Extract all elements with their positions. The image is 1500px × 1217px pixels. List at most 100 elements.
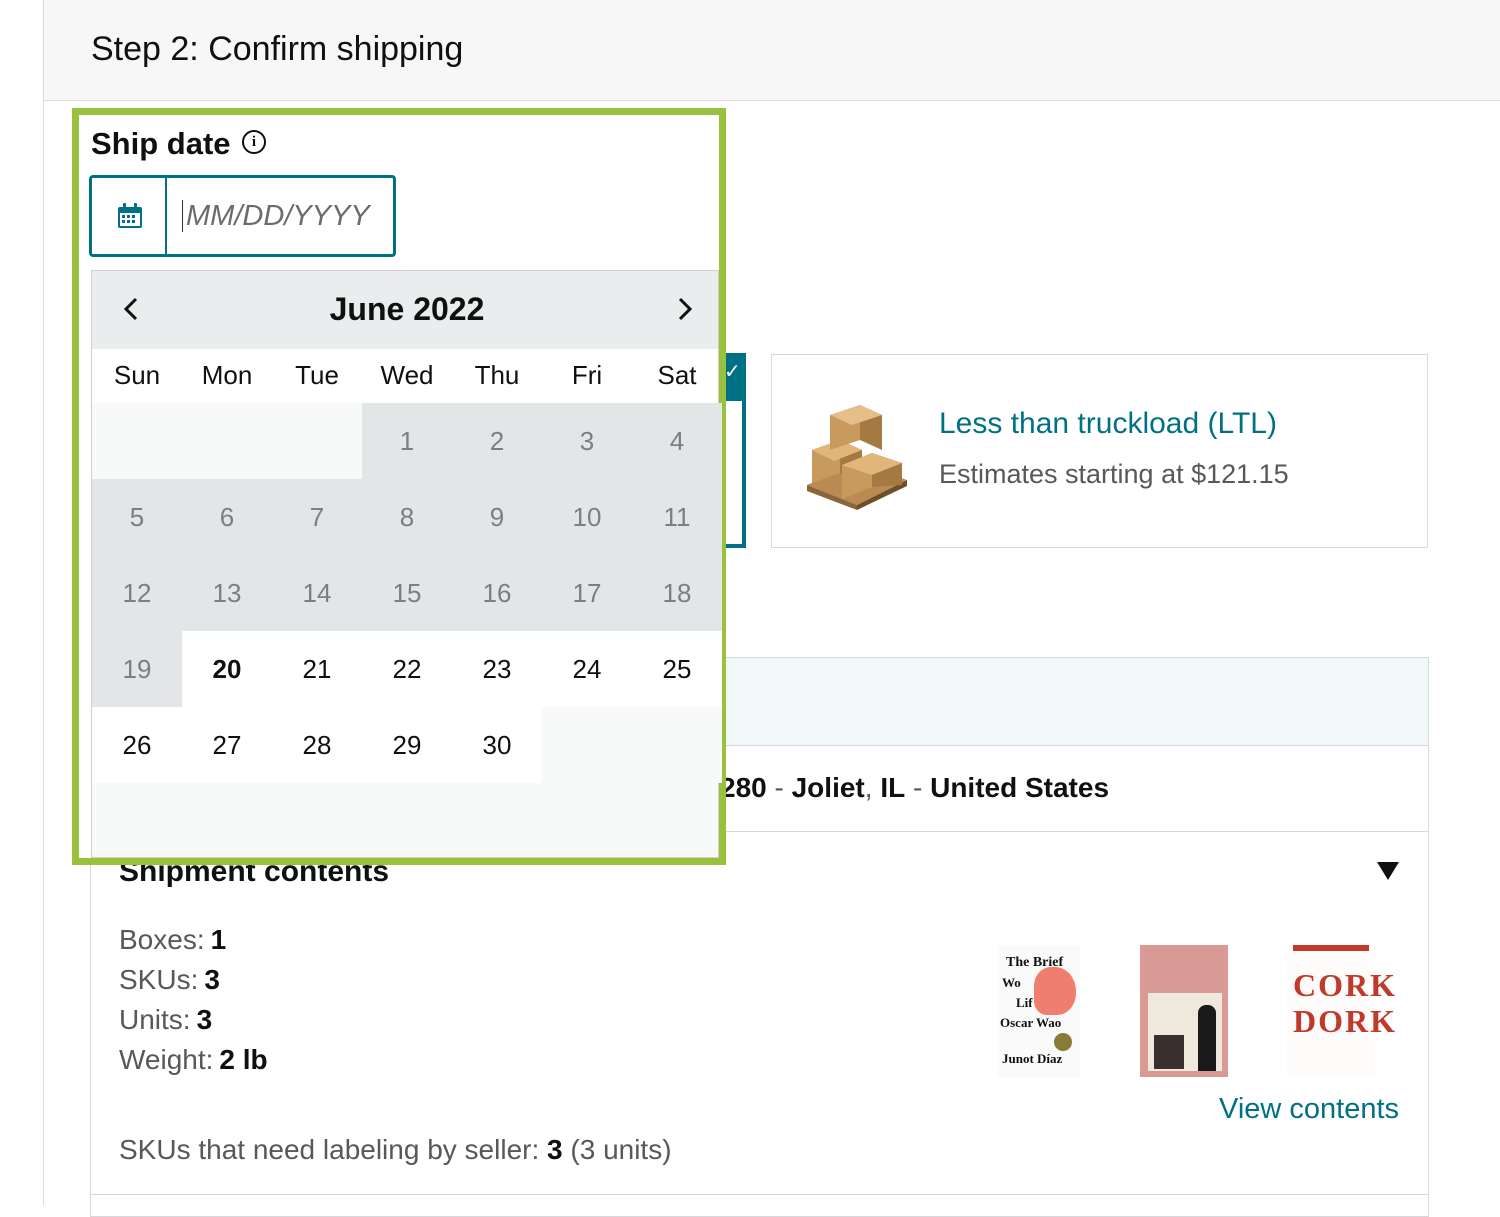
calendar-header: June 2022 (92, 271, 718, 349)
calendar-day-18: 18 (632, 555, 722, 631)
chevron-right-icon (678, 297, 693, 321)
calendar-day-9: 9 (452, 479, 542, 555)
calendar-button[interactable] (92, 178, 167, 254)
ltl-option-card[interactable]: Less than truckload (LTL) Estimates star… (771, 354, 1428, 548)
units-value: 3 (196, 1004, 213, 1035)
calendar-day-6: 6 (182, 479, 272, 555)
calendar-day-17: 17 (542, 555, 632, 631)
calendar-day-22[interactable]: 22 (362, 631, 452, 707)
ship-date-label: Ship date (91, 126, 231, 161)
weight-value: 2 lb (219, 1044, 268, 1075)
weekday-mon: Mon (201, 360, 253, 390)
calendar-icon (118, 203, 142, 228)
labeling-label: SKUs that need labeling by seller: (119, 1134, 540, 1165)
calendar-day-12: 12 (92, 555, 182, 631)
calendar-empty-cell (632, 707, 722, 783)
shipment-stats: Boxes: 1 SKUs: 3 Units: 3 Weight: 2 lb (119, 920, 268, 1080)
units-label: Units: (119, 1004, 191, 1035)
calendar-day-8: 8 (362, 479, 452, 555)
labeling-count: 3 (547, 1134, 563, 1165)
calendar-day-23[interactable]: 23 (452, 631, 542, 707)
ltl-option-title[interactable]: Less than truckload (LTL) (939, 407, 1277, 441)
text-cursor (182, 200, 183, 232)
calendar-day-26[interactable]: 26 (92, 707, 182, 783)
ship-from-zip: 280 (720, 772, 767, 803)
calendar-day-24[interactable]: 24 (542, 631, 632, 707)
book-thumbnail[interactable]: CORK DORK (1287, 945, 1395, 1077)
labeling-summary: SKUs that need labeling by seller: 3 (3 … (119, 1134, 672, 1166)
calendar-day-27[interactable]: 27 (182, 707, 272, 783)
weekday-thu: Thu (474, 360, 520, 390)
calendar-day-5: 5 (92, 479, 182, 555)
calendar-day-4: 4 (632, 403, 722, 479)
labeling-units: (3 units) (570, 1134, 672, 1165)
calendar-day-15: 15 (362, 555, 452, 631)
view-contents-link[interactable]: View contents (1219, 1093, 1399, 1126)
calendar-empty-cell (272, 403, 362, 479)
book-cover-figure (1198, 1005, 1216, 1071)
calendar-day-grid: 1 2 3 4 5 6 7 8 9 10 11 12 13 14 15 16 17 18 19 20 21 22 23 24 2… (92, 403, 722, 783)
units-row: Units: 3 (119, 1000, 268, 1040)
calendar-day-20[interactable]: 20 (182, 631, 272, 707)
info-icon[interactable]: i (242, 130, 266, 154)
step-title: Step 2: Confirm shipping (91, 30, 464, 68)
ship-date-input[interactable] (186, 192, 386, 240)
ship-date-input-group (89, 175, 396, 257)
calendar-empty-cell (542, 707, 632, 783)
calendar-empty-cell (182, 403, 272, 479)
calendar-day-2: 2 (452, 403, 542, 479)
weekday-tue: Tue (295, 360, 339, 390)
book-title-line: Oscar Wao (1000, 1015, 1062, 1030)
book-title-line: Lif (1016, 995, 1033, 1010)
ship-from-state: IL (880, 772, 906, 803)
book-author: Junot Díaz (1002, 1051, 1063, 1066)
ship-from-country: United States (930, 772, 1110, 803)
calendar-day-30[interactable]: 30 (452, 707, 542, 783)
ltl-option-estimate: Estimates starting at $121.15 (939, 459, 1289, 489)
checkmark-icon: ✓ (724, 361, 741, 383)
weekday-sat: Sat (657, 360, 697, 390)
next-month-button[interactable] (664, 289, 704, 329)
pallet-icon (807, 405, 907, 510)
boxes-row: Boxes: 1 (119, 920, 268, 960)
book-cover-figure (1154, 1035, 1184, 1069)
skus-value: 3 (204, 964, 220, 995)
boxes-label: Boxes: (119, 924, 205, 955)
book-cover-art (1293, 945, 1369, 951)
book-title-line: DORK (1293, 1003, 1397, 1039)
book-title-line: Wo (1002, 975, 1021, 990)
caret-down-icon[interactable] (1377, 862, 1399, 880)
weekday-fri: Fri (571, 360, 603, 390)
calendar-day-29[interactable]: 29 (362, 707, 452, 783)
calendar-day-11: 11 (632, 479, 722, 555)
date-picker-calendar: June 2022 Sun Mon Tue Wed Thu Fri Sat 12345678… (91, 270, 722, 858)
award-seal-icon (1054, 1033, 1072, 1051)
book-thumbnail[interactable] (1140, 945, 1228, 1077)
skus-row: SKUs: 3 (119, 960, 268, 1000)
calendar-day-14: 14 (272, 555, 362, 631)
weight-row: Weight: 2 lb (119, 1040, 268, 1080)
boxes-value: 1 (210, 924, 227, 955)
calendar-day-28[interactable]: 28 (272, 707, 362, 783)
weekday-sun: Sun (113, 360, 161, 390)
weight-label: Weight: (119, 1044, 214, 1075)
calendar-day-7: 7 (272, 479, 362, 555)
ship-from-address: 280 - Joliet, IL - United States (720, 772, 1110, 803)
calendar-day-13: 13 (182, 555, 272, 631)
calendar-empty-cell (92, 403, 182, 479)
calendar-day-16: 16 (452, 555, 542, 631)
calendar-month-title: June 2022 (329, 291, 485, 327)
calendar-day-10: 10 (542, 479, 632, 555)
calendar-day-19: 19 (92, 631, 182, 707)
book-thumbnail[interactable]: The Brief Wo Lif Oscar Wao Junot Díaz (998, 945, 1080, 1077)
calendar-day-3: 3 (542, 403, 632, 479)
book-title-line: CORK (1293, 967, 1397, 1003)
calendar-day-25[interactable]: 25 (632, 631, 722, 707)
calendar-day-1: 1 (362, 403, 452, 479)
weekday-wed: Wed (380, 360, 434, 390)
skus-label: SKUs: (119, 964, 199, 995)
book-cover-art (1034, 967, 1076, 1015)
calendar-day-21[interactable]: 21 (272, 631, 362, 707)
ship-from-city: Joliet (791, 772, 865, 803)
divider (90, 1194, 1429, 1195)
